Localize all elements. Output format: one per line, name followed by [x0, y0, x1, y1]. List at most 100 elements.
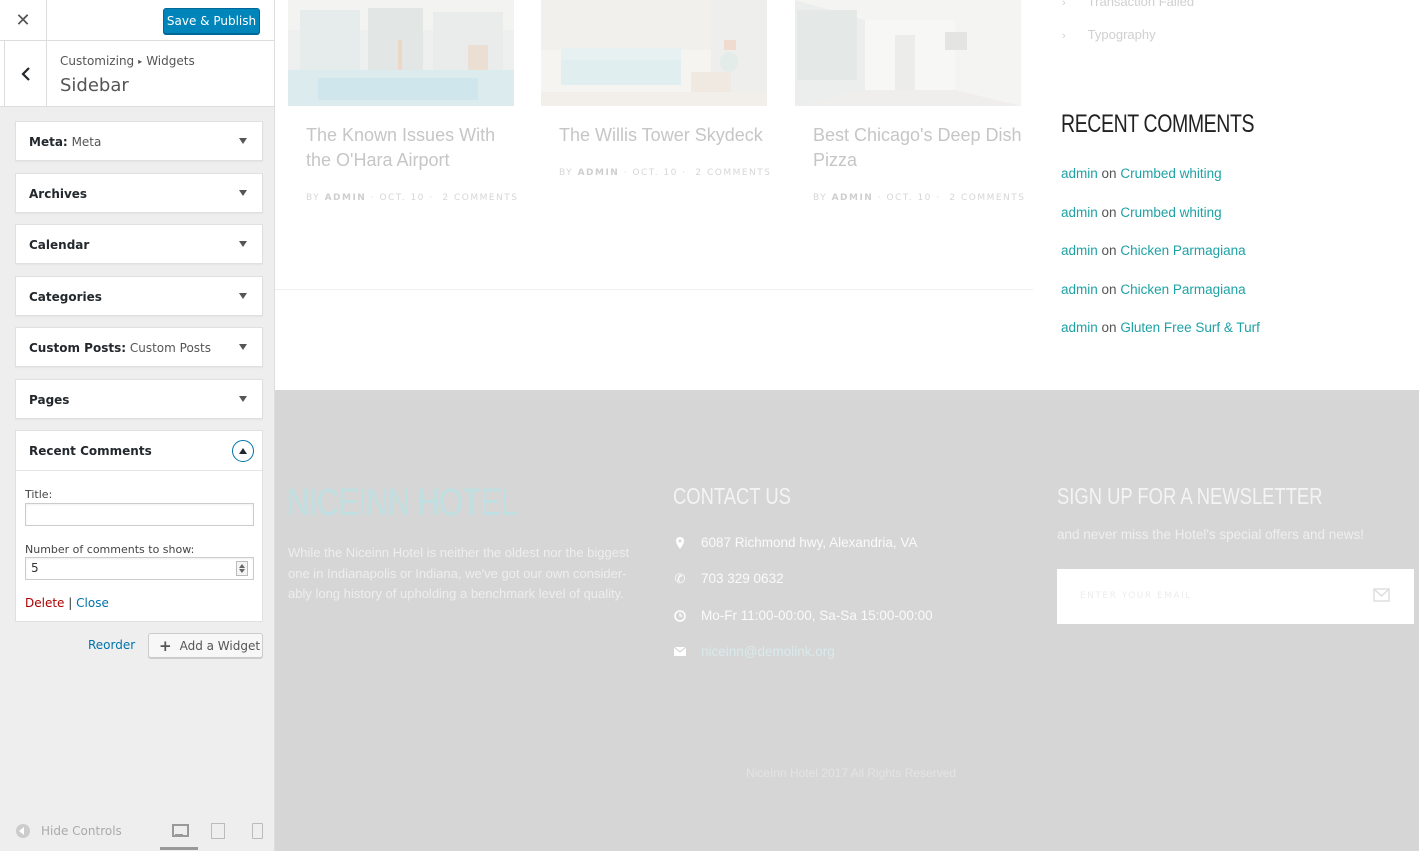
- post-image[interactable]: [541, 0, 767, 106]
- recent-comments-heading: RECENT COMMENTS: [1061, 110, 1255, 138]
- widget-meta[interactable]: Meta: Meta: [15, 121, 263, 161]
- widget-title: Calendar: [29, 238, 90, 252]
- widget-title: Recent Comments: [29, 444, 152, 458]
- customizer-sidebar: ✕ Save & Publish Customizing ▸ Widgets Sid…: [0, 0, 275, 851]
- comment-author-link[interactable]: admin: [1061, 166, 1098, 181]
- widget-actions: Delete | Close: [25, 596, 109, 610]
- chevron-right-icon: ›: [1062, 30, 1066, 42]
- actions-separator: |: [68, 596, 73, 610]
- recent-comment-item: admin on Chicken Parmagiana: [1061, 243, 1246, 258]
- dropdown-arrow-icon[interactable]: [239, 241, 247, 247]
- contact-address: 6087 Richmond hwy, Alexandria, VA: [673, 535, 917, 550]
- comment-count-input[interactable]: 5: [25, 557, 254, 580]
- add-widget-button[interactable]: + Add a Widget: [148, 633, 263, 658]
- comment-author-link[interactable]: admin: [1061, 320, 1098, 335]
- widget-header[interactable]: Recent Comments: [16, 431, 262, 471]
- clock-icon: [673, 609, 687, 623]
- plus-icon: +: [159, 636, 172, 655]
- recent-comment-item: admin on Chicken Parmagiana: [1061, 282, 1246, 297]
- site-preview: The Known Issues With the O'Hara Airport …: [275, 0, 1419, 851]
- customizer-footer: Hide Controls: [0, 810, 274, 851]
- delete-link[interactable]: Delete: [25, 596, 64, 610]
- title-input[interactable]: [25, 503, 254, 526]
- widget-categories[interactable]: Categories: [15, 276, 263, 316]
- contact-hours: Mo-Fr 11:00-00:00, Sa-Sa 15:00-00:00: [673, 608, 933, 623]
- back-arrow-icon[interactable]: [4, 41, 47, 107]
- mobile-icon[interactable]: [249, 823, 265, 839]
- count-label: Number of comments to show:: [25, 543, 195, 556]
- spinner-icon[interactable]: [236, 561, 248, 576]
- contact-phone: ✆ 703 329 0632: [674, 570, 784, 587]
- widget-subtitle: Custom Posts: [129, 341, 212, 355]
- comment-post-link[interactable]: Crumbed whiting: [1120, 205, 1221, 220]
- widget-title: Custom Posts: Custom Posts: [29, 341, 212, 355]
- widget-archives[interactable]: Archives: [15, 173, 263, 213]
- comment-count-value: 5: [31, 561, 39, 575]
- comment-post-link[interactable]: Gluten Free Surf & Turf: [1120, 320, 1260, 335]
- hide-controls-icon: [16, 824, 30, 838]
- post-title[interactable]: Best Chicago's Deep Dish Pizza: [813, 123, 1022, 173]
- send-icon[interactable]: [1373, 588, 1390, 602]
- close-icon[interactable]: ✕: [0, 0, 47, 41]
- post-title[interactable]: The Willis Tower Skydeck: [559, 123, 763, 148]
- section-header: Customizing ▸ Widgets Sidebar: [0, 41, 274, 107]
- post-meta: BY ADMIN · OCT. 10 · 2 COMMENTS: [813, 193, 1026, 203]
- widget-subtitle: Meta: [71, 135, 102, 149]
- collapse-up-icon[interactable]: [232, 440, 254, 462]
- post-meta: BY ADMIN · OCT. 10 · 2 COMMENTS: [559, 168, 772, 178]
- dropdown-arrow-icon[interactable]: [239, 190, 247, 196]
- active-device-indicator: [160, 847, 198, 850]
- widget-custom-posts[interactable]: Custom Posts: Custom Posts: [15, 327, 263, 367]
- dropdown-arrow-icon[interactable]: [239, 138, 247, 144]
- hide-controls-label: Hide Controls: [41, 824, 122, 838]
- posts-grid: The Known Issues With the O'Hara Airport …: [275, 0, 1033, 290]
- desktop-icon[interactable]: [171, 823, 189, 837]
- site-footer: NICEINN HOTEL While the Niceinn Hotel is…: [275, 390, 1419, 851]
- comment-post-link[interactable]: Chicken Parmagiana: [1120, 243, 1245, 258]
- section-title: Sidebar: [60, 75, 129, 96]
- post-image[interactable]: [795, 0, 1021, 106]
- widget-calendar[interactable]: Calendar: [15, 224, 263, 264]
- dropdown-arrow-icon[interactable]: [239, 344, 247, 350]
- dropdown-arrow-icon[interactable]: [239, 396, 247, 402]
- comment-author-link[interactable]: admin: [1061, 243, 1098, 258]
- recent-comment-item: admin on Crumbed whiting: [1061, 205, 1222, 220]
- chevron-right-icon: ›: [1062, 0, 1066, 9]
- tablet-icon[interactable]: [210, 823, 226, 839]
- map-pin-icon: [673, 536, 687, 550]
- widget-pages[interactable]: Pages: [15, 379, 263, 419]
- newsletter-email-input[interactable]: ENTER YOUR EMAIL: [1057, 569, 1414, 624]
- archive-link[interactable]: › Typography: [1062, 27, 1156, 42]
- comment-post-link[interactable]: Chicken Parmagiana: [1120, 282, 1245, 297]
- newsletter-subtitle: and never miss the Hotel's special offer…: [1057, 527, 1364, 542]
- post-meta: BY ADMIN · OCT. 10 · 2 COMMENTS: [306, 193, 519, 203]
- footer-logo[interactable]: NICEINN HOTEL: [287, 482, 518, 525]
- widget-recent-comments: Recent Comments Title: Number of comment…: [15, 430, 263, 622]
- breadcrumb-separator: ▸: [138, 57, 143, 66]
- post-image[interactable]: [288, 0, 514, 106]
- save-publish-button[interactable]: Save & Publish: [163, 8, 260, 34]
- add-widget-label: Add a Widget: [179, 638, 261, 653]
- reorder-link[interactable]: Reorder: [88, 638, 135, 652]
- recent-comment-item: admin on Gluten Free Surf & Turf: [1061, 320, 1260, 335]
- widget-title: Meta: Meta: [29, 135, 102, 149]
- recent-comment-item: admin on Crumbed whiting: [1061, 166, 1222, 181]
- comment-author-link[interactable]: admin: [1061, 205, 1098, 220]
- close-link[interactable]: Close: [76, 596, 109, 610]
- breadcrumb-current: Widgets: [146, 54, 195, 68]
- post-title[interactable]: The Known Issues With the O'Hara Airport: [306, 123, 495, 173]
- comment-author-link[interactable]: admin: [1061, 282, 1098, 297]
- dropdown-arrow-icon[interactable]: [239, 293, 247, 299]
- contact-heading: CONTACT US: [673, 483, 791, 509]
- archive-link[interactable]: › Transaction Failed: [1062, 0, 1194, 9]
- contact-email[interactable]: niceinn@demolink.org: [673, 644, 835, 659]
- comment-post-link[interactable]: Crumbed whiting: [1120, 166, 1221, 181]
- footer-about-text: While the Niceinn Hotel is neither the o…: [288, 545, 630, 601]
- widget-title: Categories: [29, 290, 102, 304]
- phone-icon: ✆: [674, 570, 686, 586]
- copyright-text: NiceInn Hotel 2017 All Rights Reserved: [745, 766, 957, 780]
- widget-title: Archives: [29, 187, 88, 201]
- breadcrumb: Customizing ▸ Widgets: [60, 54, 195, 68]
- hide-controls-button[interactable]: Hide Controls: [16, 824, 122, 838]
- envelope-icon: [673, 645, 687, 659]
